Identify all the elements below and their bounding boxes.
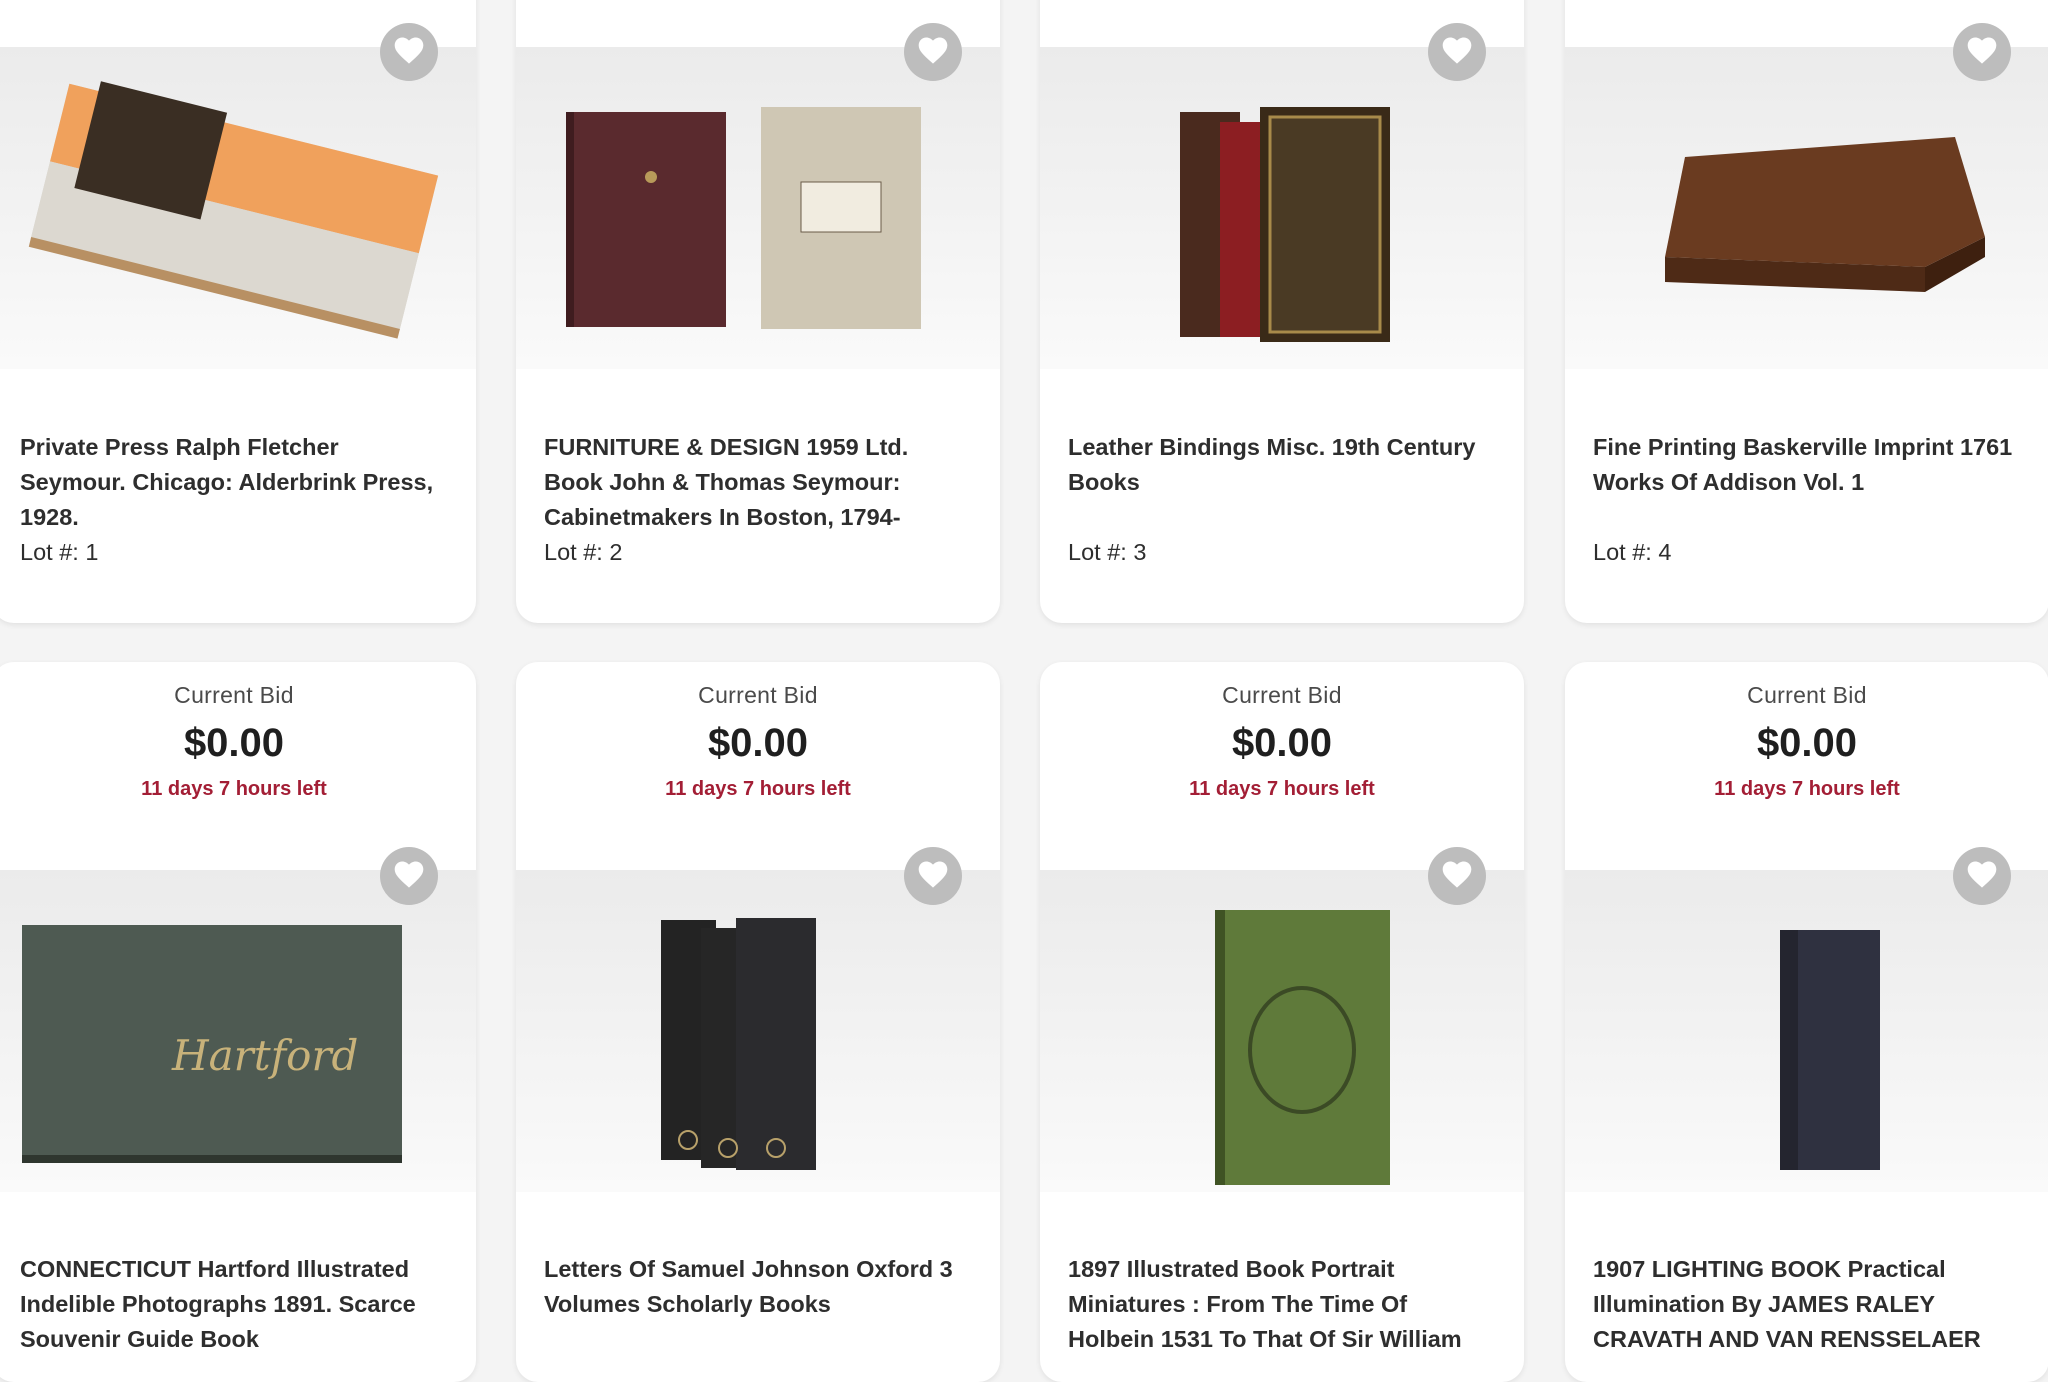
bid-label: Current Bid <box>1222 682 1342 708</box>
heart-icon <box>392 859 426 894</box>
lot-card[interactable]: Current Bid $0.00 11 days 7 hours left L… <box>516 662 1000 1382</box>
lot-title[interactable]: 1907 LIGHTING BOOK Practical Illuminatio… <box>1593 1252 2021 1357</box>
current-bid: $0.00 <box>183 721 285 765</box>
heart-icon <box>1440 35 1474 70</box>
bid-label: Current Bid <box>174 682 294 708</box>
current-bid: $0.00 <box>707 721 809 765</box>
heart-icon <box>392 35 426 70</box>
lot-info: CONNECTICUT Hartford Illustrated Indelib… <box>20 1252 448 1357</box>
lot-number: Lot #: 2 <box>544 539 623 565</box>
heart-icon <box>916 859 950 894</box>
current-bid: $0.00 <box>1231 721 1333 765</box>
lot-info: Letters Of Samuel Johnson Oxford 3 Volum… <box>544 1252 972 1357</box>
favorite-button[interactable] <box>380 23 438 81</box>
favorite-button[interactable] <box>904 23 962 81</box>
time-left: 11 days 7 hours left <box>665 778 851 800</box>
lot-photo[interactable] <box>1040 47 1524 369</box>
lot-info: Fine Printing Baskerville Imprint 1761 W… <box>1593 430 2021 570</box>
lot-card[interactable]: Private Press Ralph Fletcher Seymour. Ch… <box>0 0 476 623</box>
heart-icon <box>1965 35 1999 70</box>
favorite-button[interactable] <box>380 847 438 905</box>
lot-title[interactable]: Fine Printing Baskerville Imprint 1761 W… <box>1593 430 2021 535</box>
bid-summary: Current Bid $0.00 11 days 7 hours left <box>1040 682 1524 801</box>
lot-info: 1907 LIGHTING BOOK Practical Illuminatio… <box>1593 1252 2021 1357</box>
lot-title[interactable]: Private Press Ralph Fletcher Seymour. Ch… <box>20 430 448 535</box>
lot-card[interactable]: Current Bid $0.00 11 days 7 hours left H… <box>0 662 476 1382</box>
current-bid: $0.00 <box>1756 721 1858 765</box>
bid-label: Current Bid <box>1747 682 1867 708</box>
lot-photo[interactable] <box>516 47 1000 369</box>
time-left: 11 days 7 hours left <box>1189 778 1375 800</box>
lot-photo[interactable] <box>1565 870 2048 1192</box>
lot-photo[interactable] <box>1565 47 2048 369</box>
favorite-button[interactable] <box>1953 847 2011 905</box>
lot-card[interactable]: Current Bid $0.00 11 days 7 hours left 1… <box>1565 662 2048 1382</box>
bid-summary: Current Bid $0.00 11 days 7 hours left <box>516 682 1000 801</box>
lot-card[interactable]: FURNITURE & DESIGN 1959 Ltd. Book John &… <box>516 0 1000 623</box>
lot-title[interactable]: CONNECTICUT Hartford Illustrated Indelib… <box>20 1252 448 1357</box>
time-left: 11 days 7 hours left <box>1714 778 1900 800</box>
lot-number: Lot #: 1 <box>20 539 99 565</box>
lot-info: 1897 Illustrated Book Portrait Miniature… <box>1068 1252 1496 1357</box>
svg-text:Hartford: Hartford <box>171 1031 358 1080</box>
favorite-button[interactable] <box>1428 23 1486 81</box>
lot-card[interactable]: Fine Printing Baskerville Imprint 1761 W… <box>1565 0 2048 623</box>
lot-grid: Private Press Ralph Fletcher Seymour. Ch… <box>0 0 2048 1382</box>
lot-title[interactable]: Leather Bindings Misc. 19th Century Book… <box>1068 430 1496 535</box>
bid-summary: Current Bid $0.00 11 days 7 hours left <box>1565 682 2048 801</box>
heart-icon <box>1440 859 1474 894</box>
lot-photo[interactable] <box>0 47 476 369</box>
lot-card[interactable]: Current Bid $0.00 11 days 7 hours left 1… <box>1040 662 1524 1382</box>
lot-number: Lot #: 3 <box>1068 539 1147 565</box>
lot-number: Lot #: 4 <box>1593 539 1672 565</box>
favorite-button[interactable] <box>904 847 962 905</box>
heart-icon <box>916 35 950 70</box>
lot-title[interactable]: 1897 Illustrated Book Portrait Miniature… <box>1068 1252 1496 1357</box>
heart-icon <box>1965 859 1999 894</box>
bid-summary: Current Bid $0.00 11 days 7 hours left <box>0 682 476 801</box>
lot-title[interactable]: FURNITURE & DESIGN 1959 Ltd. Book John &… <box>544 430 972 535</box>
bid-label: Current Bid <box>698 682 818 708</box>
favorite-button[interactable] <box>1428 847 1486 905</box>
favorite-button[interactable] <box>1953 23 2011 81</box>
lot-card[interactable]: Leather Bindings Misc. 19th Century Book… <box>1040 0 1524 623</box>
lot-photo[interactable]: Hartford <box>0 870 476 1192</box>
lot-title[interactable]: Letters Of Samuel Johnson Oxford 3 Volum… <box>544 1252 972 1357</box>
lot-info: Private Press Ralph Fletcher Seymour. Ch… <box>20 430 448 570</box>
lot-info: Leather Bindings Misc. 19th Century Book… <box>1068 430 1496 570</box>
lot-photo[interactable] <box>1040 870 1524 1192</box>
lot-info: FURNITURE & DESIGN 1959 Ltd. Book John &… <box>544 430 972 570</box>
lot-photo[interactable] <box>516 870 1000 1192</box>
time-left: 11 days 7 hours left <box>141 778 327 800</box>
